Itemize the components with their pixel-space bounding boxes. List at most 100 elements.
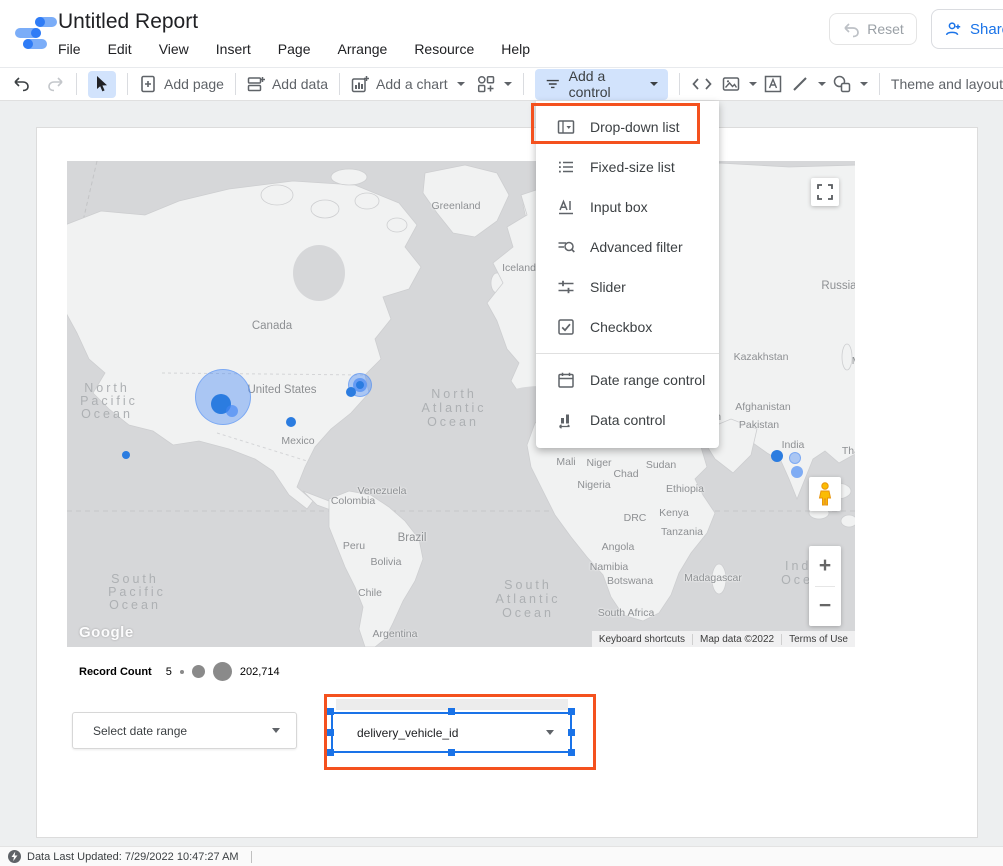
undo-icon — [842, 20, 860, 38]
menu-item-advanced-filter[interactable]: Advanced filter — [536, 227, 719, 267]
menubar-item-file[interactable]: File — [58, 41, 81, 57]
chevron-down-icon — [504, 82, 512, 86]
menubar: File Edit View Insert Page Arrange Resource Hel… — [58, 41, 530, 57]
theme-and-layout-button[interactable]: Theme and layout — [891, 76, 1003, 92]
date-range-label: Select date range — [73, 724, 272, 738]
add-data-button[interactable]: Add data — [247, 75, 328, 93]
add-control-label: Add a control — [569, 68, 640, 100]
menubar-item-page[interactable]: Page — [278, 41, 311, 57]
undo-icon — [12, 75, 30, 93]
embed-code-icon — [691, 75, 713, 93]
community-visualizations-button[interactable] — [477, 75, 512, 93]
zoom-out-button[interactable]: − — [809, 587, 841, 627]
map-bubble — [346, 387, 356, 397]
advanced-filter-icon — [557, 238, 575, 256]
zoom-in-button[interactable]: + — [809, 546, 841, 586]
embed-button[interactable] — [691, 75, 713, 93]
map-bubble — [791, 466, 803, 478]
selection-handle[interactable] — [327, 729, 334, 736]
add-control-button[interactable]: Add a control — [535, 69, 668, 100]
google-watermark: Google — [79, 624, 134, 641]
menu-item-label: Checkbox — [590, 319, 652, 335]
status-bar: Data Last Updated: 7/29/2022 10:47:27 AM — [0, 846, 1003, 866]
menu-item-label: Slider — [590, 279, 626, 295]
menu-item-input-box[interactable]: Input box — [536, 187, 719, 227]
chevron-down-icon — [546, 730, 554, 735]
menu-item-fixed-size-list[interactable]: Fixed-size list — [536, 147, 719, 187]
status-divider — [251, 851, 252, 863]
add-line-button[interactable] — [791, 75, 826, 93]
legend-bubble-small — [180, 670, 184, 674]
date-range-control[interactable]: Select date range — [72, 712, 297, 749]
reset-button[interactable]: Reset — [829, 13, 917, 45]
line-icon — [791, 75, 809, 93]
input-box-icon — [557, 198, 575, 216]
keyboard-shortcuts-link[interactable]: Keyboard shortcuts — [592, 634, 692, 645]
data-studio-logo-icon — [14, 14, 54, 50]
selection-handle[interactable] — [448, 749, 455, 756]
add-image-button[interactable] — [722, 75, 757, 93]
share-button[interactable]: Share — [931, 9, 1003, 49]
redo-icon — [47, 75, 65, 93]
pegman-icon — [817, 482, 833, 506]
report-canvas[interactable]: GreenlandIcelandCanadaUnited StatesMexic… — [36, 127, 978, 838]
data-control-icon — [557, 411, 575, 429]
select-tool-button[interactable] — [88, 71, 117, 98]
add-page-button[interactable]: Add page — [139, 75, 224, 93]
menubar-item-edit[interactable]: Edit — [108, 41, 132, 57]
selection-handle[interactable] — [568, 749, 575, 756]
menu-item-date-range-control[interactable]: Date range control — [536, 360, 719, 400]
dropdown-filter-control[interactable]: delivery_vehicle_id — [331, 712, 572, 753]
chevron-down-icon — [272, 728, 280, 733]
map-bubble — [771, 450, 783, 462]
add-text-button[interactable] — [764, 75, 782, 93]
add-page-icon — [139, 75, 157, 93]
menubar-item-arrange[interactable]: Arrange — [338, 41, 388, 57]
terms-of-use-link[interactable]: Terms of Use — [782, 634, 855, 645]
menu-item-label: Date range control — [590, 372, 705, 388]
menu-item-checkbox[interactable]: Checkbox — [536, 307, 719, 347]
app-header: Untitled Report File Edit View Insert Page Ar… — [0, 0, 1003, 68]
menu-item-label: Input box — [590, 199, 648, 215]
legend-min-value: 5 — [166, 666, 172, 678]
slider-icon — [557, 278, 575, 296]
redo-button[interactable] — [47, 75, 65, 93]
undo-button[interactable] — [12, 75, 30, 93]
reset-label: Reset — [867, 21, 904, 37]
add-chart-button[interactable]: Add a chart — [351, 75, 465, 93]
menubar-item-view[interactable]: View — [159, 41, 189, 57]
selection-handle[interactable] — [568, 729, 575, 736]
selection-handle[interactable] — [448, 708, 455, 715]
map-data-label: Map data ©2022 — [693, 634, 781, 645]
chevron-down-icon — [650, 82, 658, 86]
menubar-item-insert[interactable]: Insert — [216, 41, 251, 57]
selection-handle[interactable] — [327, 749, 334, 756]
report-title[interactable]: Untitled Report — [58, 10, 198, 34]
map-bubble — [226, 405, 238, 417]
menu-item-label: Drop-down list — [590, 119, 679, 135]
text-box-icon — [764, 75, 782, 93]
bubble-map-chart[interactable]: GreenlandIcelandCanadaUnited StatesMexic… — [67, 161, 855, 647]
menu-item-data-control[interactable]: Data control — [536, 400, 719, 440]
menubar-item-resource[interactable]: Resource — [414, 41, 474, 57]
data-last-updated-text: Data Last Updated: 7/29/2022 10:47:27 AM — [27, 851, 239, 863]
dropdown-list-icon — [557, 118, 575, 136]
filter-icon — [545, 75, 561, 93]
map-zoom-control: + − — [809, 546, 841, 626]
date-range-icon — [557, 371, 575, 389]
menu-item-drop-down-list[interactable]: Drop-down list — [536, 107, 719, 147]
add-shape-button[interactable] — [833, 75, 868, 93]
toolbar: Add page Add data Add a chart Add a cont… — [0, 68, 1003, 101]
legend-max-value: 202,714 — [240, 666, 280, 678]
add-data-label: Add data — [272, 76, 328, 92]
chevron-down-icon — [457, 82, 465, 86]
workspace: GreenlandIcelandCanadaUnited StatesMexic… — [0, 101, 1003, 846]
fullscreen-button[interactable] — [811, 178, 839, 206]
selection-handle[interactable] — [568, 708, 575, 715]
selection-handle[interactable] — [327, 708, 334, 715]
map-bubble — [356, 381, 364, 389]
pegman-button[interactable] — [809, 477, 841, 511]
menubar-item-help[interactable]: Help — [501, 41, 530, 57]
image-icon — [722, 75, 740, 93]
menu-item-slider[interactable]: Slider — [536, 267, 719, 307]
